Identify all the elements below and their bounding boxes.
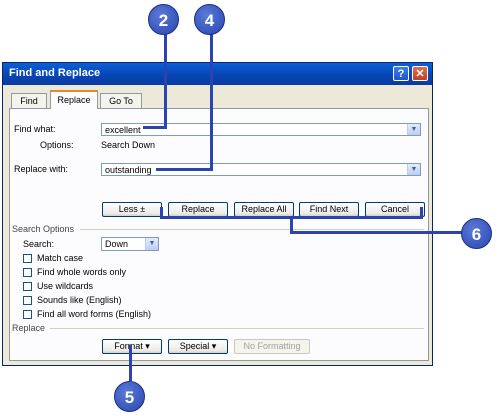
find-what-label: Find what: (14, 124, 56, 134)
divider (50, 328, 424, 329)
find-what-value: excellent (105, 125, 141, 135)
match-case-checkbox[interactable] (23, 254, 32, 263)
replace-all-button[interactable]: Replace All (234, 202, 294, 217)
options-value: Search Down (101, 140, 156, 150)
title-bar: Find and Replace ? ✕ (3, 63, 432, 85)
tab-replace[interactable]: Replace (50, 90, 98, 109)
whole-words-checkbox[interactable] (23, 268, 32, 277)
special-button[interactable]: Special ▾ (168, 339, 228, 354)
callout-2-leader (164, 34, 167, 128)
search-options-heading: Search Options (12, 224, 75, 234)
callout-6-leader (290, 231, 465, 234)
find-next-button[interactable]: Find Next (299, 202, 359, 217)
options-label: Options: (40, 140, 74, 150)
find-what-input[interactable]: excellent ▼ (101, 123, 421, 136)
replace-button[interactable]: Replace (168, 202, 228, 217)
wildcards-checkbox[interactable] (23, 282, 32, 291)
callout-4: 4 (194, 4, 225, 35)
sounds-like-label: Sounds like (English) (37, 295, 122, 305)
whole-words-label: Find whole words only (37, 267, 127, 277)
word-forms-label: Find all word forms (English) (37, 309, 152, 319)
callout-5: 5 (114, 381, 145, 412)
word-forms-checkbox[interactable] (23, 310, 32, 319)
replace-with-label: Replace with: (14, 164, 69, 174)
replace-with-value: outstanding (105, 165, 152, 175)
chevron-down-icon[interactable]: ▼ (145, 238, 158, 250)
callout-2-leader (143, 126, 167, 129)
help-icon[interactable]: ? (393, 66, 409, 81)
callout-6: 6 (461, 218, 492, 249)
no-formatting-button: No Formatting (234, 339, 310, 354)
wildcards-label: Use wildcards (37, 281, 94, 291)
tab-find[interactable]: Find (11, 93, 47, 108)
less-button[interactable]: Less ± (102, 202, 162, 217)
search-label: Search: (23, 239, 55, 249)
cancel-button[interactable]: Cancel (365, 202, 425, 217)
search-direction-select[interactable]: Down ▼ (101, 237, 159, 251)
callout-6-leader (160, 207, 163, 219)
callout-4-leader (210, 34, 213, 171)
divider (80, 229, 424, 230)
chevron-down-icon[interactable]: ▼ (407, 164, 420, 175)
callout-6-leader (420, 207, 423, 219)
callout-5-leader (129, 345, 132, 381)
dialog-title: Find and Replace (9, 67, 101, 79)
replace-section-heading: Replace (12, 323, 46, 333)
callout-2: 2 (148, 4, 179, 35)
format-button[interactable]: Format ▾ (102, 339, 162, 354)
sounds-like-checkbox[interactable] (23, 296, 32, 305)
callout-4-leader (156, 168, 213, 171)
chevron-down-icon[interactable]: ▼ (407, 124, 420, 135)
replace-with-input[interactable]: outstanding ▼ (101, 163, 421, 176)
tab-goto[interactable]: Go To (100, 93, 142, 108)
find-replace-dialog: Find and Replace ? ✕ Find Replace Go To … (2, 62, 433, 366)
search-direction-value: Down (105, 239, 129, 249)
tab-panel: Find what: excellent ▼ Options: Search D… (9, 108, 429, 361)
match-case-label: Match case (37, 253, 84, 263)
close-icon[interactable]: ✕ (412, 66, 428, 81)
